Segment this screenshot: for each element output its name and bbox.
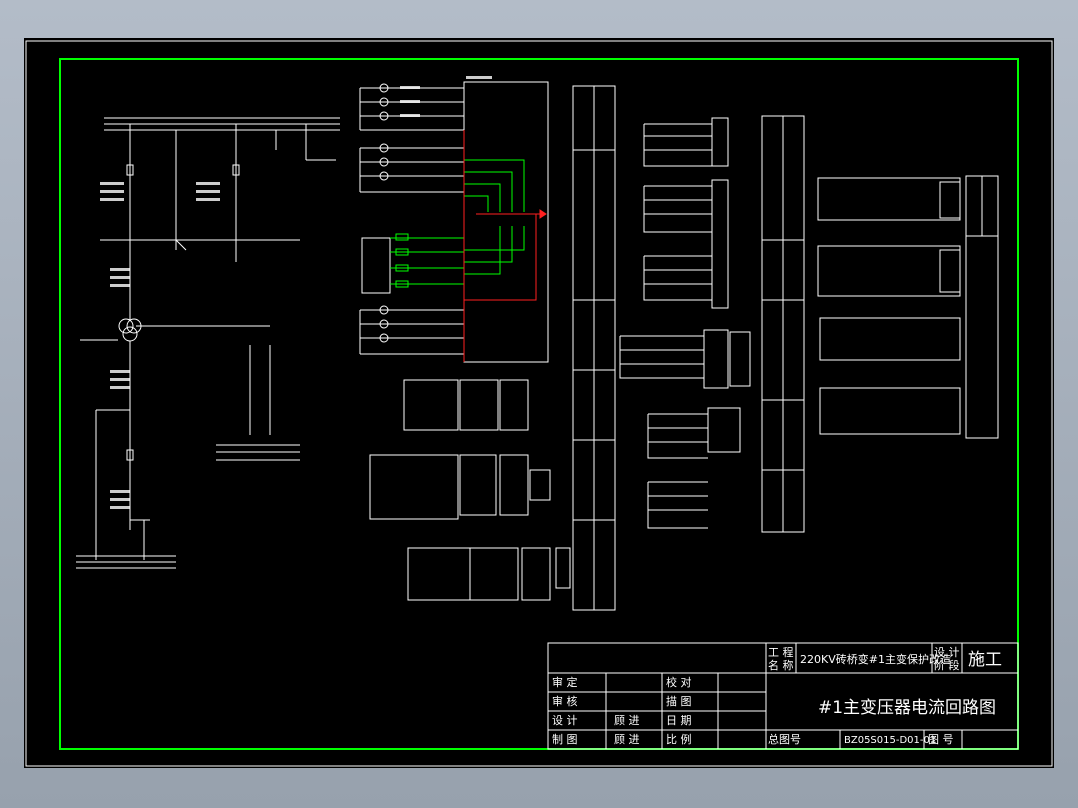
sheet-no-label: 图 号 xyxy=(928,733,954,746)
drawing-no-label: 总图号 xyxy=(768,732,801,746)
row-1-role: 审 定 xyxy=(552,675,578,689)
drawing-no: BZ05S015-D01-01 xyxy=(844,735,936,746)
stage-label-line1: 设 计 xyxy=(934,646,960,659)
title-block-text: 工 程 名 称 220KV砖桥变#1主变保护改造 设 计 阶 段 施工 #1主变… xyxy=(552,646,1002,746)
row-3-name: 顾 进 xyxy=(614,714,640,727)
project-label-line1: 工 程 xyxy=(768,646,794,659)
project-name: 220KV砖桥变#1主变保护改造 xyxy=(800,652,951,666)
cad-viewport: 工 程 名 称 220KV砖桥变#1主变保护改造 设 计 阶 段 施工 #1主变… xyxy=(0,0,1078,808)
row-3-role: 设 计 xyxy=(552,714,578,727)
row-1-role2: 校 对 xyxy=(666,675,692,689)
row-4-role2: 比 例 xyxy=(666,732,692,746)
stage-label-line2: 阶 段 xyxy=(934,658,960,672)
row-4-role: 制 图 xyxy=(552,733,578,746)
row-4-name: 顾 进 xyxy=(614,733,640,746)
row-2-role: 审 核 xyxy=(552,694,578,708)
row-2-role2: 描 图 xyxy=(666,694,692,708)
drawing-title: #1主变压器电流回路图 xyxy=(818,698,996,718)
stage-value: 施工 xyxy=(968,650,1002,670)
project-label-line2: 名 称 xyxy=(768,658,794,672)
row-3-role2: 日 期 xyxy=(666,714,692,727)
